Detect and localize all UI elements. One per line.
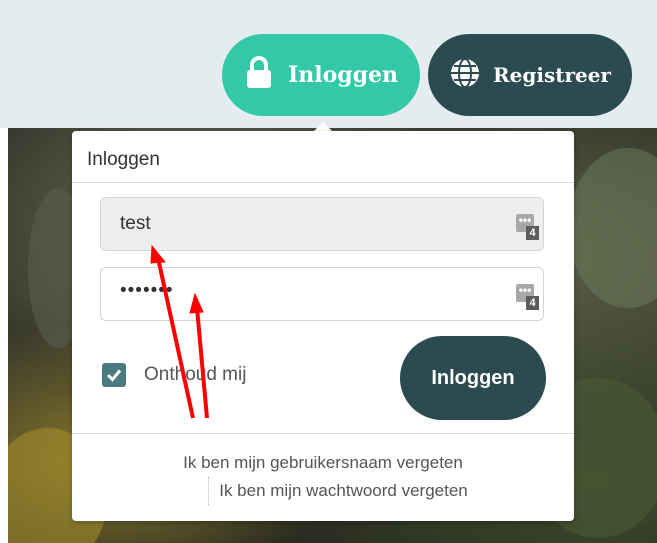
- remember-me-label: Onthoud mij: [144, 364, 247, 385]
- register-button-label: Registreer: [493, 63, 611, 87]
- remember-me-checkbox[interactable]: Onthoud mij: [102, 363, 246, 387]
- password-manager-count: 4: [526, 296, 539, 310]
- submit-login-button[interactable]: Inloggen: [400, 336, 546, 420]
- panel-title: Inloggen: [87, 149, 160, 170]
- username-field[interactable]: test ••• 4: [100, 197, 544, 251]
- password-field[interactable]: ••••••• ••• 4: [100, 267, 544, 321]
- login-button[interactable]: Inloggen: [222, 34, 420, 116]
- globe-icon: [449, 57, 481, 94]
- forgot-password-link[interactable]: Ik ben mijn wachtwoord vergeten: [208, 477, 468, 505]
- lock-icon: [244, 55, 274, 95]
- password-manager-icon[interactable]: ••• 4: [516, 284, 540, 312]
- login-button-label: Inloggen: [287, 62, 399, 88]
- divider: [72, 433, 574, 434]
- username-value: test: [120, 213, 151, 234]
- password-manager-count: 4: [526, 226, 539, 240]
- checkbox-checked-icon[interactable]: [102, 363, 126, 387]
- forgot-links: Ik ben mijn gebruikersnaam vergeten Ik b…: [72, 449, 574, 505]
- password-value: •••••••: [120, 280, 174, 301]
- password-manager-icon[interactable]: ••• 4: [516, 214, 540, 242]
- divider: [72, 182, 574, 183]
- register-button[interactable]: Registreer: [428, 34, 632, 116]
- login-dropdown-panel: Inloggen test ••• 4 ••••••• ••• 4 Onthou…: [72, 131, 574, 521]
- forgot-username-link[interactable]: Ik ben mijn gebruikersnaam vergeten: [183, 453, 463, 472]
